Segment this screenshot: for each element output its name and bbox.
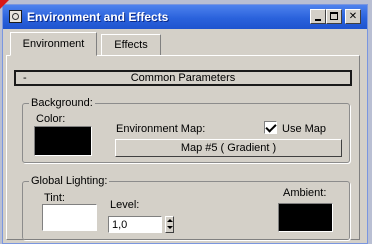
ambient-label: Ambient: xyxy=(283,187,327,199)
level-input[interactable] xyxy=(108,216,162,233)
app-icon[interactable] xyxy=(9,10,22,23)
title-bar[interactable]: Environment and Effects ✕ xyxy=(3,5,367,29)
tab-environment[interactable]: Environment xyxy=(10,32,97,56)
use-map-label: Use Map xyxy=(282,123,327,135)
minimize-button[interactable] xyxy=(310,9,326,24)
environment-map-button[interactable]: Map #5 ( Gradient ) xyxy=(115,139,342,157)
background-group-label: Background: xyxy=(29,97,95,109)
close-button[interactable]: ✕ xyxy=(345,9,361,24)
spinner-up-icon[interactable] xyxy=(167,219,173,222)
level-label: Level: xyxy=(110,199,140,211)
maximize-button[interactable] xyxy=(326,9,342,24)
color-label: Color: xyxy=(36,113,66,125)
environment-map-label: Environment Map: xyxy=(116,123,206,135)
spinner-down-icon[interactable] xyxy=(167,226,173,229)
tint-label: Tint: xyxy=(44,192,65,204)
level-spinner[interactable] xyxy=(165,216,174,233)
tint-color-swatch[interactable] xyxy=(42,204,97,231)
global-lighting-group-label: Global Lighting: xyxy=(29,175,110,187)
mouse-cursor-icon xyxy=(0,0,9,9)
window-title: Environment and Effects xyxy=(27,10,169,24)
ambient-color-swatch[interactable] xyxy=(278,203,333,232)
tab-effects[interactable]: Effects xyxy=(101,34,161,56)
use-map-checkbox[interactable] xyxy=(264,121,277,134)
background-color-swatch[interactable] xyxy=(34,126,92,156)
common-parameters-rollout[interactable]: - Common Parameters xyxy=(14,70,352,86)
rollout-title: Common Parameters xyxy=(130,72,236,84)
